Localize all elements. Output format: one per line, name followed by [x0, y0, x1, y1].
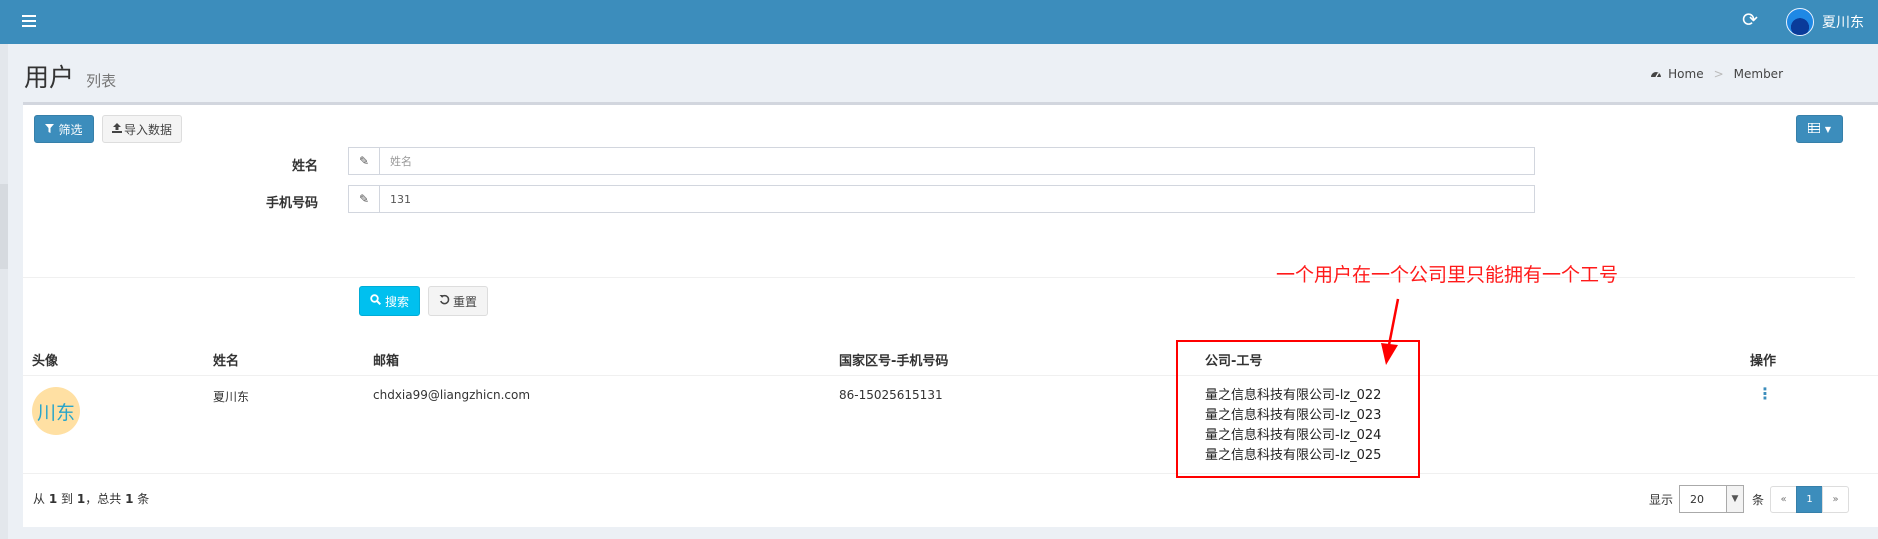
grid-icon — [1807, 122, 1821, 136]
name-field-label: 姓名 — [291, 159, 318, 174]
cell-name: 夏川东 — [213, 390, 250, 404]
column-header-phone: 国家区号-手机号码 — [839, 354, 949, 369]
phone-field: ✎ — [348, 185, 1535, 213]
column-toggle-button[interactable]: ▼ — [1796, 115, 1843, 143]
chevron-down-icon: ▼ — [1824, 124, 1832, 134]
filter-button-label: 筛选 — [58, 122, 83, 137]
search-button-label: 搜索 — [384, 294, 409, 309]
pagination-summary: 从 1 到 1，总共 1 条 — [33, 492, 150, 506]
per-page-label: 显示 — [1649, 493, 1674, 507]
column-header-name: 姓名 — [213, 354, 240, 369]
table-header-divider — [23, 375, 1878, 376]
user-name: 夏川东 — [1822, 15, 1864, 31]
column-header-actions: 操作 — [1750, 354, 1777, 369]
user-avatar — [1786, 8, 1814, 36]
breadcrumb: Home > Member — [1650, 67, 1783, 81]
import-button-label: 导入数据 — [123, 122, 172, 137]
per-page-select[interactable]: 20 ▼ — [1679, 485, 1744, 513]
annotation-text: 一个用户在一个公司里只能拥有一个工号 — [1276, 264, 1619, 286]
annotation-highlight-box — [1176, 340, 1420, 478]
cell-email: chdxia99@liangzhicn.com — [373, 388, 531, 402]
pagination-prev[interactable]: « — [1770, 486, 1797, 513]
more-vertical-icon[interactable]: ⋮ — [1757, 384, 1773, 403]
per-page-unit: 条 — [1752, 493, 1765, 507]
search-icon — [370, 294, 381, 308]
filter-button[interactable]: 筛选 — [34, 115, 94, 143]
undo-icon — [439, 294, 450, 308]
dashboard-icon — [1650, 68, 1662, 81]
page-header: 用户 列表 — [24, 58, 116, 94]
cell-phone: 86-15025615131 — [839, 388, 943, 402]
per-page-value: 20 — [1690, 492, 1704, 506]
refresh-icon[interactable]: ⟳ — [1742, 9, 1758, 31]
phone-input[interactable] — [380, 186, 1534, 212]
table-row-divider — [23, 473, 1878, 474]
hamburger-icon[interactable] — [22, 13, 36, 27]
reset-button[interactable]: 重置 — [428, 286, 488, 316]
sidebar-collapsed — [0, 44, 8, 539]
sidebar-marker — [0, 184, 8, 269]
breadcrumb-current: Member — [1733, 67, 1783, 81]
import-data-button[interactable]: 导入数据 — [102, 115, 182, 143]
breadcrumb-separator: > — [1713, 67, 1724, 81]
user-menu[interactable]: 夏川东 — [1786, 8, 1864, 36]
name-field: ✎ — [348, 147, 1535, 175]
pencil-icon: ✎ — [349, 186, 380, 212]
breadcrumb-home[interactable]: Home — [1668, 67, 1703, 81]
filter-icon — [45, 122, 55, 136]
name-input[interactable] — [380, 148, 1534, 174]
pagination-next[interactable]: » — [1822, 486, 1849, 513]
page-subtitle: 列表 — [86, 72, 117, 90]
pagination-page-1[interactable]: 1 — [1796, 486, 1823, 513]
page-title: 用户 — [24, 63, 75, 92]
column-header-email: 邮箱 — [373, 354, 400, 369]
pencil-icon: ✎ — [349, 148, 380, 174]
chevron-down-icon: ▼ — [1726, 486, 1743, 512]
content-box: 筛选 导入数据 ▼ 姓名 ✎ 手机号码 ✎ 搜索 重置 头像 姓名 邮箱 — [23, 102, 1878, 527]
upload-icon — [111, 122, 122, 136]
avatar: 川东 — [32, 387, 80, 435]
top-navbar: ⟳ 夏川东 — [0, 0, 1878, 44]
reset-button-label: 重置 — [452, 294, 477, 309]
phone-field-label: 手机号码 — [265, 196, 318, 211]
search-button[interactable]: 搜索 — [359, 286, 420, 316]
column-header-avatar: 头像 — [32, 354, 59, 369]
